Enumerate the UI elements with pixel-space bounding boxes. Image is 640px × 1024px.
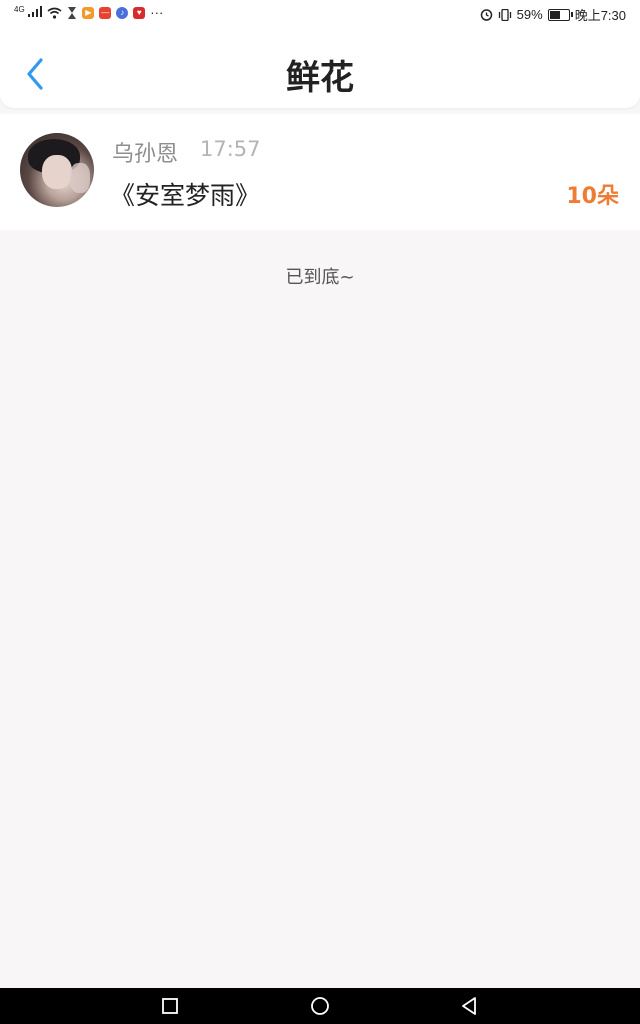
sender-name[interactable]: 乌孙恩 xyxy=(112,136,178,168)
cell-signal-icon: 4G xyxy=(14,5,43,20)
wifi-icon xyxy=(47,7,62,19)
avatar-shade xyxy=(70,163,90,193)
battery-percent: 59% xyxy=(516,7,543,22)
battery-icon xyxy=(547,8,573,21)
work-title[interactable]: 《安室梦雨》 xyxy=(110,176,260,212)
status-bar: 4G ▶ — ♪ ♥ ··· 59% 晚上7:30 xyxy=(0,0,640,28)
status-right: 59% 晚上7:30 xyxy=(480,5,626,24)
heart-app-icon: ♥ xyxy=(133,6,146,19)
avatar[interactable] xyxy=(20,133,94,207)
end-of-list-note: 已到底~ xyxy=(285,267,355,288)
circle-icon xyxy=(311,997,329,1015)
network-type: 4G xyxy=(14,5,25,14)
vibrate-icon xyxy=(498,8,511,21)
flower-count: 10朵 xyxy=(566,184,619,209)
video-app-icon: ▶ xyxy=(82,6,95,19)
header: 鲜花 xyxy=(0,28,640,108)
triangle-left-icon xyxy=(462,997,476,1015)
more-notifications-icon: ··· xyxy=(150,5,164,20)
recent-apps-button[interactable] xyxy=(158,994,182,1018)
clock: 晚上7:30 xyxy=(574,8,626,23)
news-app-icon: — xyxy=(99,6,112,19)
alarm-icon xyxy=(480,9,492,21)
nav-back-button[interactable] xyxy=(457,994,481,1018)
square-icon xyxy=(162,998,178,1014)
battery-level xyxy=(549,10,560,19)
record-time: 17:57 xyxy=(200,137,261,161)
page-title: 鲜花 xyxy=(286,58,354,98)
navigation-bar xyxy=(0,988,640,1024)
hourglass-icon xyxy=(68,6,77,19)
home-button[interactable] xyxy=(308,994,332,1018)
music-app-icon: ♪ xyxy=(116,6,129,19)
status-left: 4G ▶ — ♪ ♥ ··· xyxy=(14,5,163,20)
list-item[interactable]: 乌孙恩 17:57 《安室梦雨》 10朵 xyxy=(0,114,640,230)
avatar-face xyxy=(42,155,72,189)
